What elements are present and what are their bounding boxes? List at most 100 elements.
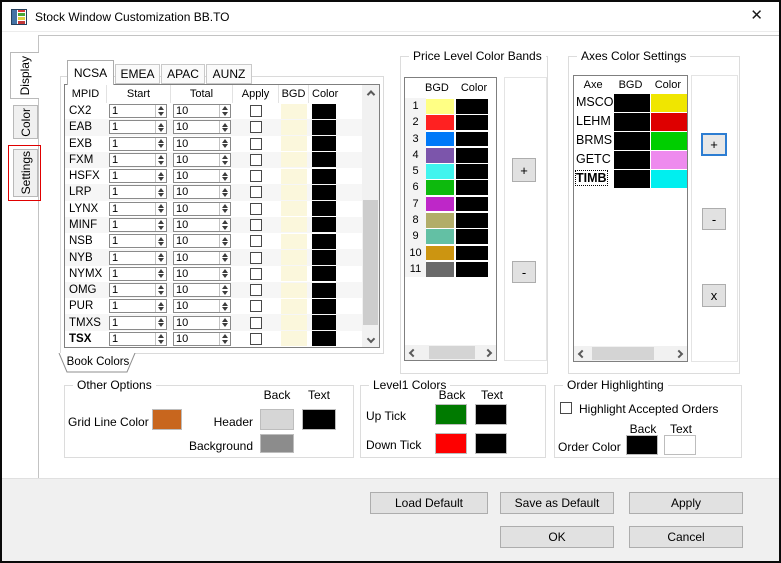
total-spinner[interactable]: 10 [173, 152, 231, 167]
tab-settings[interactable]: Settings [13, 149, 38, 197]
down-tick-back-swatch[interactable] [435, 433, 467, 454]
spinner-up-icon[interactable] [158, 187, 164, 192]
bgd-swatch[interactable] [281, 298, 307, 314]
spinner-up-icon[interactable] [158, 138, 164, 143]
start-spinner[interactable]: 1 [109, 185, 167, 200]
order-back-swatch[interactable] [626, 435, 658, 455]
tab-color[interactable]: Color [13, 105, 38, 139]
spinner-up-icon[interactable] [222, 122, 228, 127]
apply-checkbox[interactable] [250, 267, 262, 280]
apply-checkbox[interactable] [250, 284, 262, 297]
hscrollbar-thumb[interactable] [429, 346, 475, 359]
total-spinner[interactable]: 10 [173, 217, 231, 232]
start-spinner[interactable]: 1 [109, 283, 167, 298]
close-icon[interactable]: ✕ [750, 6, 763, 26]
band-color-swatch[interactable] [456, 229, 488, 244]
total-spinner[interactable]: 10 [173, 283, 231, 298]
axe-label[interactable]: BRMS [574, 132, 614, 150]
band-color-swatch[interactable] [456, 147, 488, 163]
band-bgd-swatch[interactable] [426, 115, 454, 130]
axes-delete-button[interactable]: x [702, 284, 726, 307]
start-spinner[interactable]: 1 [109, 299, 167, 314]
color-swatch[interactable] [312, 103, 336, 119]
tab-apac[interactable]: APAC [161, 64, 205, 84]
scrollbar-thumb[interactable] [363, 200, 378, 325]
spinner-up-icon[interactable] [222, 317, 228, 322]
spinner-down-icon[interactable] [158, 128, 164, 133]
spinner-arrows[interactable] [155, 316, 166, 329]
total-spinner[interactable]: 10 [173, 315, 231, 330]
spinner-down-icon[interactable] [158, 323, 164, 328]
axe-bgd-swatch[interactable] [613, 132, 651, 150]
apply-checkbox[interactable] [250, 235, 262, 248]
spinner-down-icon[interactable] [158, 290, 164, 295]
spinner-down-icon[interactable] [222, 274, 228, 279]
spinner-down-icon[interactable] [222, 209, 228, 214]
spinner-down-icon[interactable] [158, 274, 164, 279]
bgd-swatch[interactable] [281, 250, 307, 266]
band-color-swatch[interactable] [456, 115, 488, 130]
spinner-down-icon[interactable] [222, 290, 228, 295]
scroll-up-icon[interactable] [362, 85, 379, 101]
spinner-up-icon[interactable] [158, 106, 164, 111]
spinner-down-icon[interactable] [158, 209, 164, 214]
spinner-arrows[interactable] [155, 332, 166, 345]
spinner-down-icon[interactable] [158, 176, 164, 181]
spinner-arrows[interactable] [219, 170, 230, 183]
spinner-up-icon[interactable] [222, 301, 228, 306]
spinner-down-icon[interactable] [222, 128, 228, 133]
spinner-down-icon[interactable] [222, 339, 228, 344]
start-spinner[interactable]: 1 [109, 266, 167, 281]
band-color-swatch[interactable] [456, 261, 488, 277]
scroll-left-icon[interactable] [405, 345, 421, 360]
axe-bgd-swatch[interactable] [613, 94, 651, 112]
spinner-arrows[interactable] [155, 121, 166, 134]
axe-color-swatch[interactable] [651, 170, 687, 188]
axe-color-swatch[interactable] [651, 132, 687, 150]
color-swatch[interactable] [312, 282, 336, 298]
spinner-down-icon[interactable] [158, 225, 164, 230]
axes-add-button[interactable]: + [701, 133, 727, 156]
total-spinner[interactable]: 10 [173, 250, 231, 265]
bgd-swatch[interactable] [281, 331, 307, 347]
cancel-button[interactable]: Cancel [629, 526, 743, 548]
bgd-swatch[interactable] [281, 119, 307, 135]
spinner-down-icon[interactable] [222, 225, 228, 230]
bgd-swatch[interactable] [281, 152, 307, 168]
spinner-arrows[interactable] [219, 316, 230, 329]
band-bgd-swatch[interactable] [426, 245, 454, 261]
tab-display[interactable]: Display [10, 52, 39, 99]
total-spinner[interactable]: 10 [173, 185, 231, 200]
spinner-up-icon[interactable] [222, 155, 228, 160]
bgd-swatch[interactable] [281, 168, 307, 184]
spinner-down-icon[interactable] [222, 176, 228, 181]
total-spinner[interactable]: 10 [173, 266, 231, 281]
order-text-swatch[interactable] [664, 435, 696, 455]
header-back-swatch[interactable] [260, 409, 294, 430]
spinner-up-icon[interactable] [158, 204, 164, 209]
tab-book-colors[interactable]: Book Colors [58, 353, 138, 374]
spinner-arrows[interactable] [219, 121, 230, 134]
price-bands-hscrollbar[interactable] [405, 345, 496, 360]
start-spinner[interactable]: 1 [109, 136, 167, 151]
spinner-arrows[interactable] [219, 153, 230, 166]
scroll-right-icon[interactable] [671, 346, 687, 361]
color-swatch[interactable] [312, 119, 336, 135]
spinner-up-icon[interactable] [158, 220, 164, 225]
apply-checkbox[interactable] [250, 202, 262, 215]
spinner-up-icon[interactable] [222, 236, 228, 241]
total-spinner[interactable]: 10 [173, 299, 231, 314]
spinner-up-icon[interactable] [158, 122, 164, 127]
band-color-swatch[interactable] [456, 245, 488, 261]
start-spinner[interactable]: 1 [109, 234, 167, 249]
price-bands-add-button[interactable]: + [512, 158, 536, 182]
band-bgd-swatch[interactable] [426, 131, 454, 147]
color-swatch[interactable] [312, 315, 336, 331]
total-spinner[interactable]: 10 [173, 201, 231, 216]
axe-label[interactable]: LEHM [574, 113, 614, 131]
total-spinner[interactable]: 10 [173, 234, 231, 249]
band-bgd-swatch[interactable] [426, 229, 454, 244]
header-text-swatch[interactable] [302, 409, 336, 430]
color-swatch[interactable] [312, 184, 336, 200]
spinner-up-icon[interactable] [222, 204, 228, 209]
